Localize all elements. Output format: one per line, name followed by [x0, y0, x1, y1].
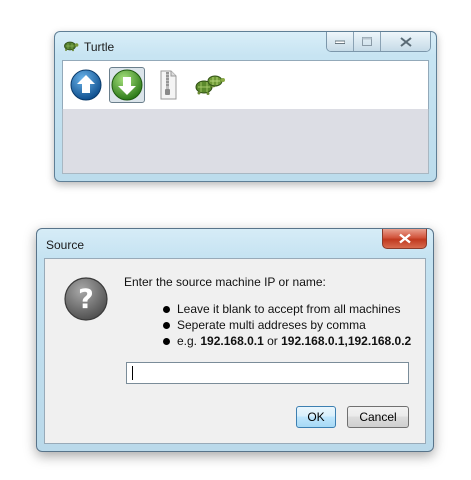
zip-file-icon — [160, 70, 177, 100]
upload-button[interactable] — [68, 67, 104, 103]
close-button[interactable] — [381, 32, 430, 51]
window-title: Turtle — [84, 40, 115, 54]
bullet-icon — [163, 305, 170, 313]
dialog-body: ? Enter the source machine IP or name: L… — [44, 258, 426, 444]
close-icon — [398, 233, 411, 244]
dialog-close-button[interactable] — [382, 229, 427, 249]
upload-icon — [70, 69, 102, 101]
toolbar — [62, 60, 429, 110]
list-item: Leave it blank to accept from all machin… — [163, 301, 411, 317]
cancel-button[interactable]: Cancel — [347, 406, 409, 428]
ok-button[interactable]: OK — [296, 406, 336, 428]
title-bar[interactable]: Turtle — [55, 32, 436, 60]
example-ip: 192.168.0.1 — [200, 334, 264, 348]
question-icon: ? — [63, 276, 109, 322]
dialog-title: Source — [46, 238, 85, 252]
svg-text:?: ? — [78, 284, 94, 315]
turtle-window: Turtle — [54, 31, 437, 182]
source-dialog: Source ? Enter the source machine IP or … — [36, 228, 434, 452]
maximize-icon — [362, 37, 372, 46]
turtles-icon — [195, 75, 225, 95]
minimize-icon — [335, 40, 345, 44]
list-item: Seperate multi addreses by comma — [163, 317, 411, 333]
bullet-text: Seperate multi addreses by comma — [177, 318, 366, 332]
close-icon — [399, 36, 412, 47]
text-caret — [132, 366, 133, 380]
archive-button[interactable] — [150, 67, 186, 103]
turtles-button[interactable] — [191, 67, 227, 103]
content-area — [62, 109, 429, 174]
bullet-text: or — [263, 334, 282, 348]
prompt-label: Enter the source machine IP or name: — [124, 275, 326, 289]
bullet-text: Leave it blank to accept from all machin… — [177, 302, 401, 316]
caption-buttons — [326, 32, 431, 52]
bullet-text: e.g. — [177, 334, 201, 348]
download-button[interactable] — [109, 67, 145, 103]
list-item: e.g. 192.168.0.1 or 192.168.0.1,192.168.… — [163, 333, 411, 349]
download-icon — [111, 69, 143, 101]
bullet-icon — [163, 337, 170, 345]
source-ip-input[interactable] — [126, 362, 409, 384]
instructions-list: Leave it blank to accept from all machin… — [163, 301, 411, 349]
minimize-button[interactable] — [327, 32, 354, 51]
maximize-button[interactable] — [354, 32, 381, 51]
bullet-icon — [163, 321, 170, 329]
turtle-app-icon — [63, 40, 79, 52]
example-ip-list: 192.168.0.1,192.168.0.2 — [281, 334, 412, 348]
